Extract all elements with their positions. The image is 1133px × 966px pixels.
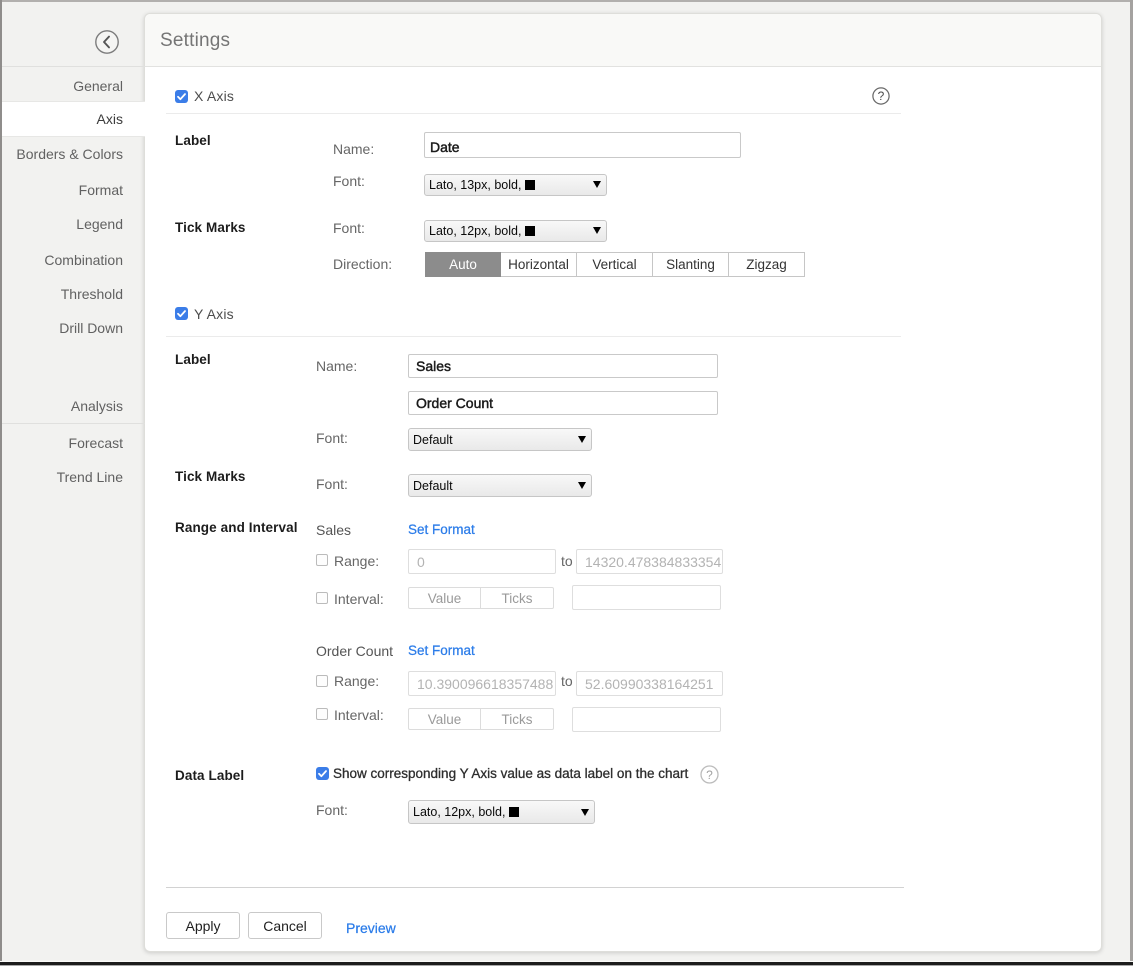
svg-text:?: ? [706, 768, 713, 782]
svg-text:?: ? [878, 89, 885, 103]
